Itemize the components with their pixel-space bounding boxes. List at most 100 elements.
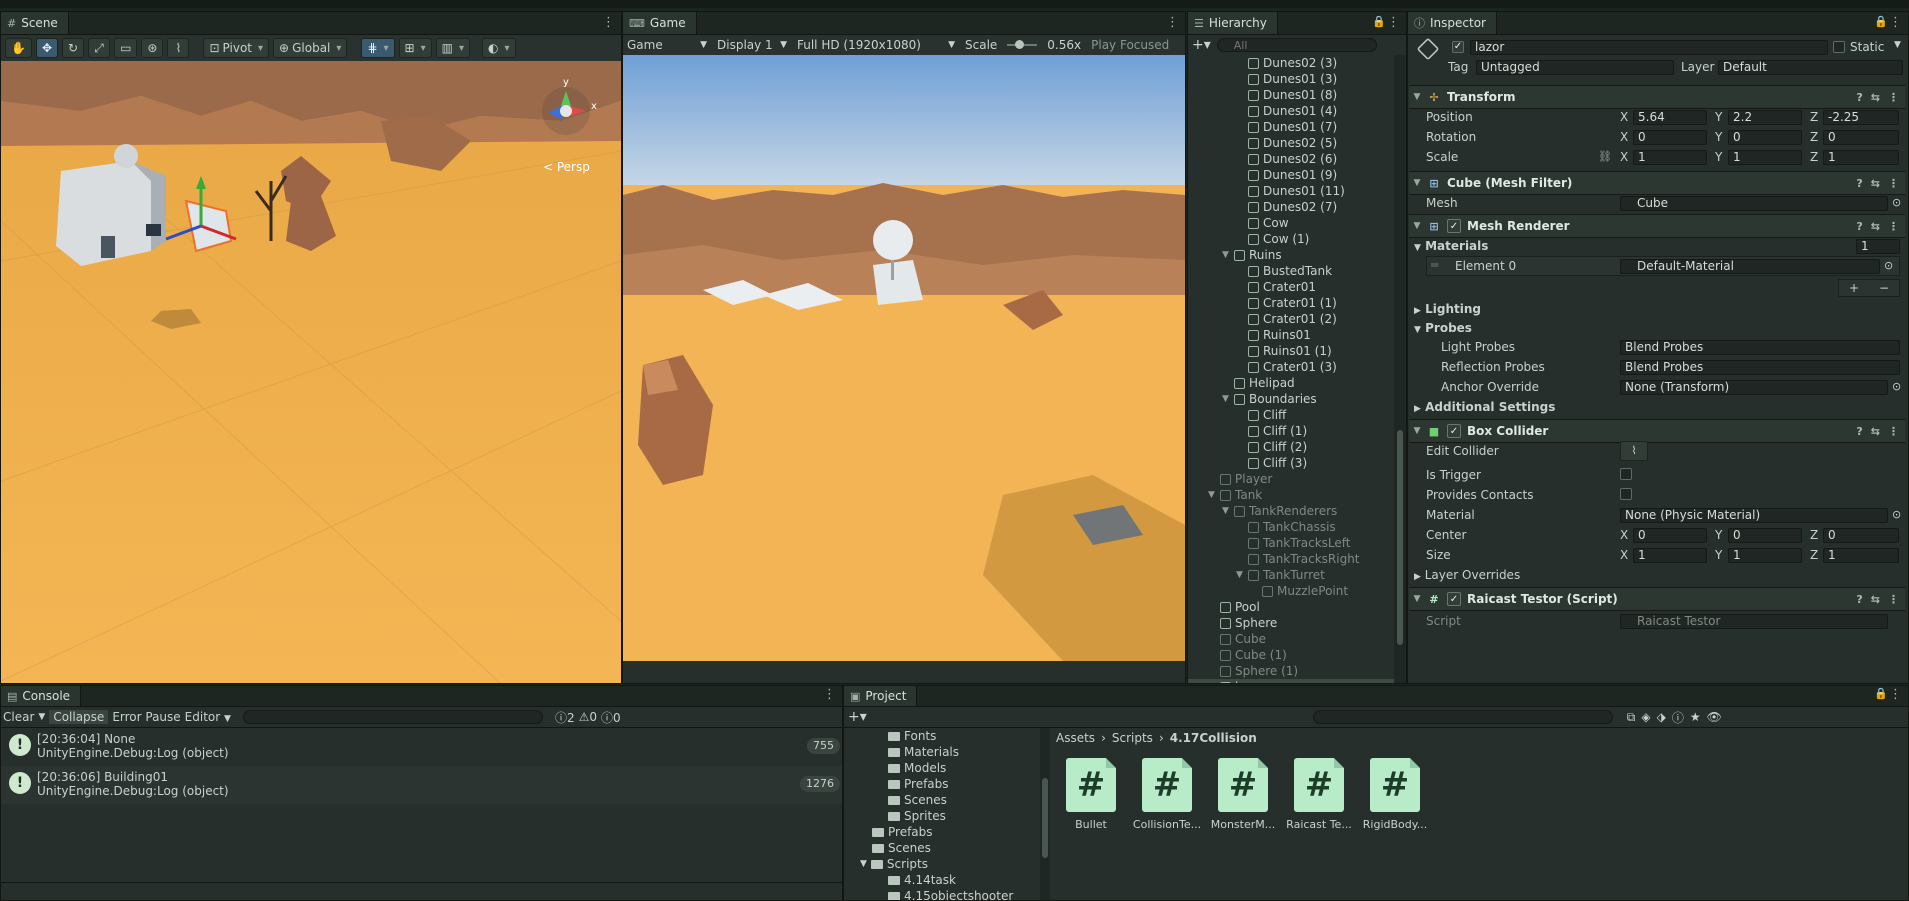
enabled-checkbox[interactable]: ✓ [1447,219,1461,233]
anchor-override-field[interactable]: None (Transform) [1620,380,1888,395]
scale-slider-knob[interactable] [1015,40,1025,49]
hierarchy-item[interactable]: Cliff (2) [1188,439,1394,455]
object-name-field[interactable]: lazor [1470,40,1828,55]
console-search-input[interactable] [242,710,543,724]
hierarchy-item[interactable]: Dunes01 (11) [1188,183,1394,199]
more-icon[interactable]: ⋮ [823,687,836,702]
element-material-field[interactable]: Default-Material [1620,259,1880,274]
size-z-field[interactable]: 1 [1823,548,1899,563]
hierarchy-item[interactable]: Dunes01 (8) [1188,87,1394,103]
tag-icon[interactable]: ⬗ [1657,710,1666,724]
fold-icon[interactable]: ▼ [1236,570,1246,580]
game-mode-dropdown[interactable]: Game ▼ [627,38,707,52]
transform-header[interactable]: ▼ ✢ Transform ? ⇆ ⋮ [1409,85,1905,109]
hierarchy-item[interactable]: Dunes02 (3) [1188,55,1394,71]
object-picker-icon[interactable]: ⊙ [1892,380,1901,393]
search-by-type-icon[interactable]: ⧉ [1627,710,1636,725]
rotation-x-field[interactable]: 0 [1633,130,1707,145]
transform-tool-button[interactable]: ⊛ [141,38,164,58]
help-icon[interactable]: ? [1856,91,1862,104]
hierarchy-item[interactable]: Cow (1) [1188,231,1394,247]
mesh-filter-header[interactable]: ▼ ⊞ Cube (Mesh Filter) ? ⇆ ⋮ [1409,171,1905,195]
scene-viewport[interactable]: y x < Persp [1,61,621,684]
pivot-dropdown[interactable]: ⊡ Pivot [203,38,270,58]
hierarchy-item[interactable]: Cliff (3) [1188,455,1394,471]
hierarchy-item[interactable]: ▼ Tank [1188,487,1394,503]
position-y-field[interactable]: 2.2 [1728,110,1802,125]
scale-y-field[interactable]: 1 [1728,150,1802,165]
rotation-y-field[interactable]: 0 [1728,130,1802,145]
fold-icon[interactable]: ▼ [1409,92,1425,102]
collapse-toggle[interactable]: Collapse [49,710,109,724]
hierarchy-item[interactable]: Crater01 (2) [1188,311,1394,327]
object-picker-icon[interactable]: ⊙ [1892,196,1901,209]
add-icon[interactable]: +▾ [848,709,867,725]
display-dropdown[interactable]: Display 1 ▼ [717,38,787,52]
script-header[interactable]: ▼ # ✓ Raicast Testor (Script) ? ⇆ ⋮ [1409,587,1905,611]
move-tool-button[interactable]: ✥ [35,38,59,58]
hierarchy-item[interactable]: MuzzlePoint [1188,583,1394,599]
light-probes-dropdown[interactable]: Blend Probes [1620,340,1900,355]
script-asset[interactable]: # RigidBody... [1360,758,1430,831]
scale-slider[interactable] [1007,40,1038,49]
script-asset[interactable]: # MonsterM... [1208,758,1278,831]
help-icon[interactable]: ? [1856,425,1862,438]
more-icon[interactable]: ⋮ [1888,593,1899,606]
script-asset[interactable]: # Bullet [1056,758,1126,831]
hierarchy-item[interactable]: Helipad [1188,375,1394,391]
provides-contacts-checkbox[interactable] [1620,488,1632,500]
hierarchy-item[interactable]: Dunes01 (3) [1188,71,1394,87]
chevron-down-icon[interactable]: ▼ [38,712,45,722]
project-folder-item[interactable]: 4.14task [888,872,956,888]
console-entry[interactable]: ! [20:36:04] None UnityEngine.Debug:Log … [1,728,842,766]
project-folder-item[interactable]: Scenes [872,840,931,856]
center-y-field[interactable]: 0 [1728,528,1802,543]
hierarchy-item[interactable]: Cow [1188,215,1394,231]
hierarchy-item[interactable]: TankTracksRight [1188,551,1394,567]
project-folder-item[interactable]: Models [888,760,946,776]
draw-mode-dropdown[interactable]: ◐ [481,38,516,58]
error-pause-toggle[interactable]: Error Pause [112,710,180,724]
lock-icon[interactable]: 🔒 [1874,15,1888,28]
hierarchy-item[interactable]: lazor [1188,679,1394,683]
reflection-probes-dropdown[interactable]: Blend Probes [1620,360,1900,375]
tag-dropdown[interactable]: Untagged [1476,60,1674,75]
hierarchy-item[interactable]: Dunes01 (9) [1188,167,1394,183]
center-z-field[interactable]: 0 [1823,528,1899,543]
project-search-input[interactable] [1312,710,1613,724]
fold-icon[interactable]: ▼ [1222,250,1232,260]
global-dropdown[interactable]: ⊕ Global [273,38,348,58]
hierarchy-item[interactable]: Cube [1188,631,1394,647]
static-checkbox[interactable] [1833,41,1845,53]
hierarchy-item[interactable]: Dunes02 (5) [1188,135,1394,151]
hierarchy-item[interactable]: ▼ TankRenderers [1188,503,1394,519]
more-icon[interactable]: ⋮ [1889,15,1902,30]
mesh-renderer-header[interactable]: ▼ ⊞ ✓ Mesh Renderer ? ⇆ ⋮ [1409,214,1905,238]
additional-settings-foldout[interactable]: ▶ Additional Settings [1414,400,1555,414]
help-icon[interactable]: ? [1856,177,1862,190]
remove-icon[interactable]: − [1879,281,1889,295]
hierarchy-item[interactable]: Ruins01 [1188,327,1394,343]
script-asset[interactable]: # Raicast Te... [1284,758,1354,831]
hierarchy-item[interactable]: Crater01 (3) [1188,359,1394,375]
size-x-field[interactable]: 1 [1633,548,1707,563]
materials-foldout[interactable]: ▼ Materials [1414,239,1488,253]
fold-icon[interactable]: ▼ [1222,506,1232,516]
layer-dropdown[interactable]: Default [1718,60,1903,75]
breadcrumb-scripts[interactable]: Scripts [1112,731,1153,745]
preset-icon[interactable]: ⇆ [1871,177,1880,190]
hierarchy-item[interactable]: Dunes01 (4) [1188,103,1394,119]
game-viewport[interactable] [623,55,1185,661]
hierarchy-item[interactable]: Dunes02 (7) [1188,199,1394,215]
scale-tool-button[interactable]: ⤢ [88,38,111,58]
clear-button[interactable]: Clear [3,710,34,724]
hierarchy-item[interactable]: Ruins01 (1) [1188,343,1394,359]
position-z-field[interactable]: -2.25 [1823,110,1899,125]
help-icon[interactable]: ? [1856,220,1862,233]
probes-foldout[interactable]: ▼ Probes [1414,321,1472,335]
active-checkbox[interactable]: ✓ [1452,41,1464,53]
lighting-foldout[interactable]: ▶ Lighting [1414,302,1481,316]
hierarchy-item[interactable]: BustedTank [1188,263,1394,279]
project-folder-item[interactable]: Fonts [888,728,936,744]
more-icon[interactable]: ⋮ [1889,687,1902,702]
